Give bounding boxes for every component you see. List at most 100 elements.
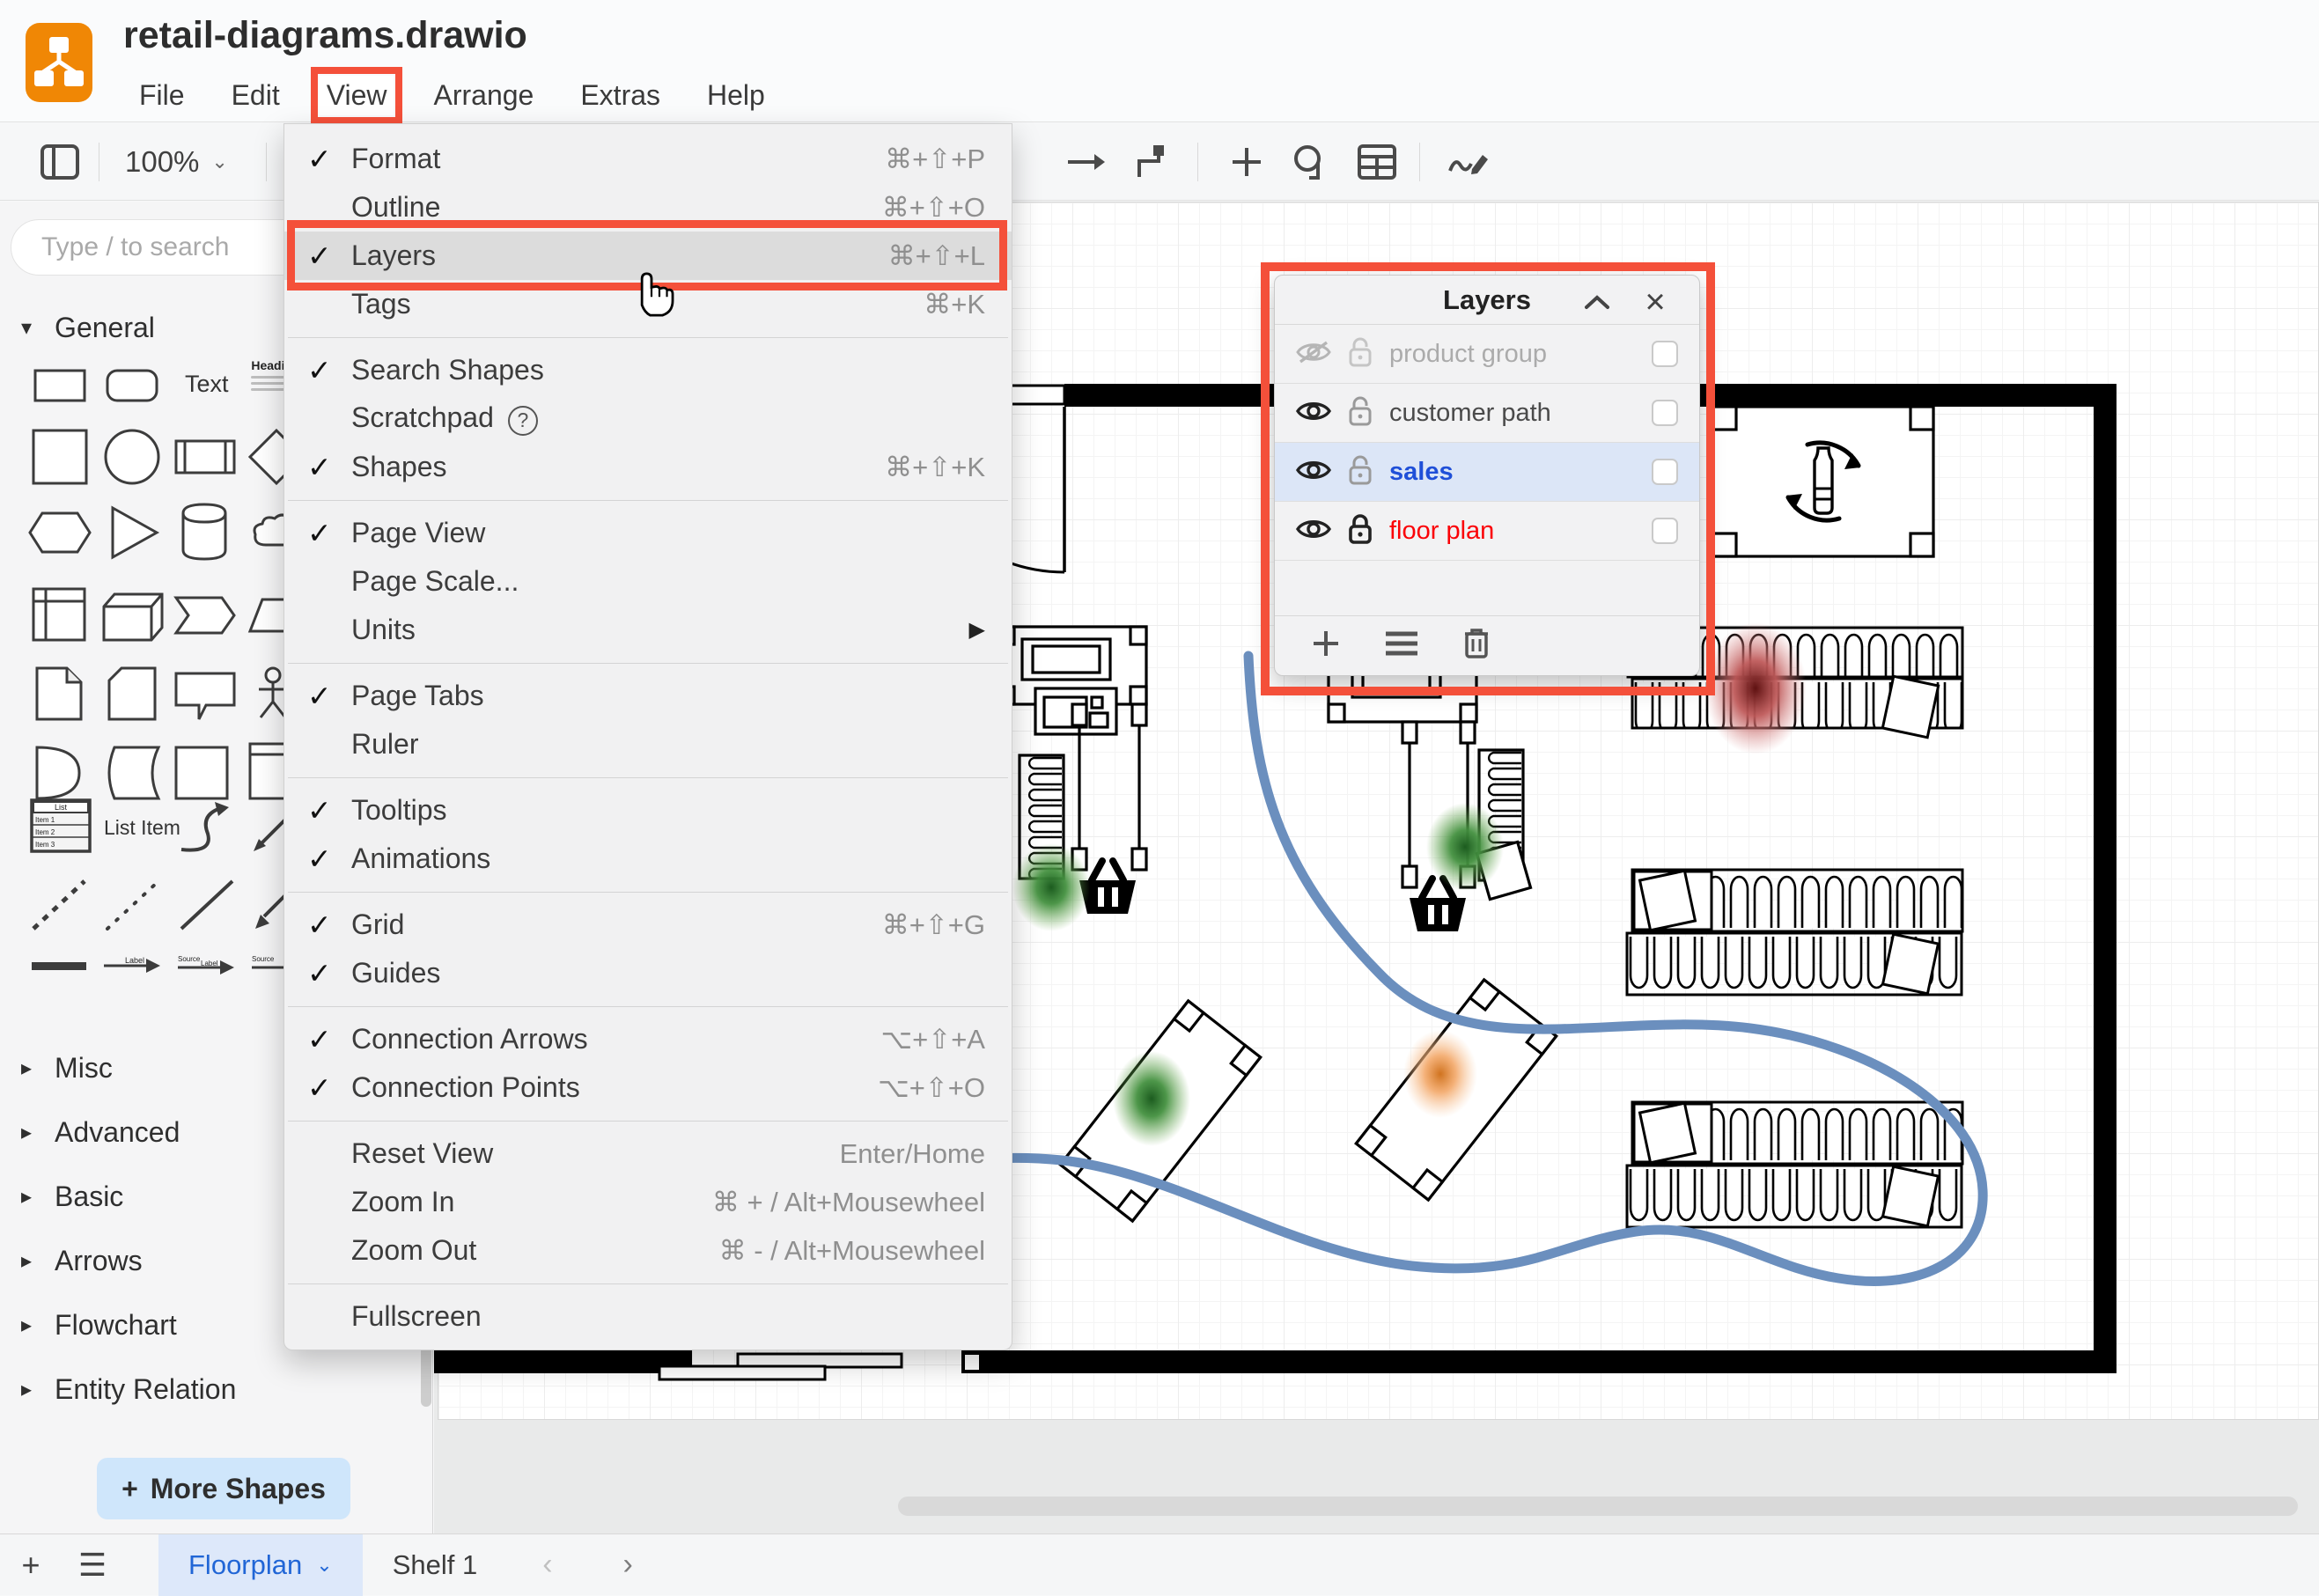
shape-line[interactable] [178, 878, 236, 932]
shape-card[interactable] [107, 666, 157, 721]
menu-item-grid[interactable]: ✓Grid⌘+⇧+G [284, 901, 1012, 949]
sidebar-section-entity-relation[interactable]: ▸Entity Relation [21, 1373, 236, 1406]
menu-item-page-tabs[interactable]: ✓Page Tabs [284, 672, 1012, 720]
shape-cube[interactable] [102, 592, 164, 642]
plus-icon[interactable] [1224, 139, 1270, 185]
add-page-icon[interactable]: + [0, 1547, 62, 1584]
menu-item-page-scale-[interactable]: Page Scale... [284, 557, 1012, 606]
menu-item-guides[interactable]: ✓Guides [284, 949, 1012, 997]
unlock-icon[interactable] [1347, 336, 1373, 372]
menu-item-outline[interactable]: Outline⌘+⇧+O [284, 183, 1012, 232]
connection-arrow-icon[interactable] [1064, 139, 1109, 185]
menu-item-animations[interactable]: ✓Animations [284, 835, 1012, 883]
shape-callout[interactable] [174, 672, 236, 721]
menu-item-shapes[interactable]: ✓Shapes⌘+⇧+K [284, 443, 1012, 491]
shape-cylinder[interactable] [181, 503, 227, 561]
shape-dashed-line[interactable] [30, 878, 88, 932]
edit-layer-icon[interactable] [1384, 629, 1419, 662]
shape-arrow-label[interactable]: Label [102, 953, 164, 976]
eye-off-icon[interactable] [1296, 340, 1331, 369]
layer-row-floor-plan[interactable]: floor plan [1275, 502, 1699, 561]
waypoint-icon[interactable] [1131, 139, 1177, 185]
sidebar-section-arrows[interactable]: ▸Arrows [21, 1245, 143, 1277]
menu-item-tags[interactable]: Tags⌘+K [284, 280, 1012, 328]
menu-help[interactable]: Help [700, 76, 772, 115]
menu-item-scratchpad[interactable]: Scratchpad? [284, 394, 1012, 443]
layer-checkbox[interactable] [1652, 400, 1678, 426]
menu-file[interactable]: File [132, 76, 192, 115]
shape-data-storage[interactable] [102, 746, 160, 800]
lock-icon[interactable] [1347, 513, 1373, 549]
horizontal-scrollbar[interactable] [898, 1497, 2298, 1516]
layer-row-sales[interactable]: sales [1275, 443, 1699, 502]
sketch-icon[interactable] [1446, 139, 1491, 185]
shape-link[interactable] [30, 960, 88, 973]
shelf-rack-group[interactable] [1627, 1102, 1962, 1227]
shape-internal-storage[interactable] [32, 587, 86, 642]
delete-layer-icon[interactable] [1461, 627, 1491, 665]
eye-icon[interactable] [1296, 517, 1331, 546]
menu-item-reset-view[interactable]: Reset ViewEnter/Home [284, 1129, 1012, 1178]
layers-panel-titlebar[interactable]: Layers × [1275, 276, 1699, 325]
shape-list[interactable]: List Item 1 Item 2 Item 3 [30, 798, 92, 853]
shape-rounded-rectangle[interactable] [106, 369, 158, 402]
sidebar-section-misc[interactable]: ▸Misc [21, 1052, 113, 1085]
shelf-rack-group[interactable] [1627, 870, 1962, 995]
menu-item-connection-points[interactable]: ✓Connection Points⌥+⇧+O [284, 1063, 1012, 1112]
eye-icon[interactable] [1296, 458, 1331, 487]
menu-item-tooltips[interactable]: ✓Tooltips [284, 786, 1012, 835]
more-shapes-button[interactable]: + More Shapes [97, 1458, 350, 1519]
layer-checkbox[interactable] [1652, 459, 1678, 485]
layer-row-product-group[interactable]: product group [1275, 325, 1699, 384]
shape-step[interactable] [174, 596, 236, 635]
next-page-icon[interactable]: › [588, 1548, 668, 1582]
section-general[interactable]: ▾ General [21, 312, 155, 344]
menu-item-zoom-in[interactable]: Zoom In⌘ + / Alt+Mousewheel [284, 1178, 1012, 1226]
page-tab-floorplan[interactable]: Floorplan⌄ [158, 1534, 363, 1596]
table-icon[interactable] [1354, 139, 1400, 185]
shape-curve[interactable] [178, 798, 234, 855]
menu-item-ruler[interactable]: Ruler [284, 720, 1012, 769]
shape-hexagon[interactable] [28, 511, 92, 554]
shape-dotted-line[interactable] [104, 878, 162, 932]
shape-or[interactable] [35, 746, 81, 800]
sidebar-toggle-icon[interactable] [37, 139, 83, 185]
eye-icon[interactable] [1296, 399, 1331, 428]
menu-item-layers[interactable]: ✓Layers⌘+⇧+L [284, 232, 1012, 280]
menu-item-units[interactable]: Units▶ [284, 606, 1012, 654]
page-tab-shelf-1[interactable]: Shelf 1 [363, 1534, 508, 1596]
menu-item-connection-arrows[interactable]: ✓Connection Arrows⌥+⇧+A [284, 1015, 1012, 1063]
menu-item-page-view[interactable]: ✓Page View [284, 509, 1012, 557]
sidebar-section-basic[interactable]: ▸Basic [21, 1180, 123, 1213]
menu-item-zoom-out[interactable]: Zoom Out⌘ - / Alt+Mousewheel [284, 1226, 1012, 1275]
collapse-icon[interactable] [1579, 284, 1615, 320]
close-icon[interactable]: × [1638, 284, 1673, 320]
add-layer-icon[interactable] [1310, 628, 1342, 664]
layer-checkbox[interactable] [1652, 341, 1678, 367]
shape-process[interactable] [174, 439, 236, 474]
shape-note[interactable] [35, 666, 83, 721]
menu-edit[interactable]: Edit [225, 76, 287, 115]
checkout-station[interactable] [998, 627, 1146, 879]
unlock-icon[interactable] [1347, 454, 1373, 490]
recycling-station[interactable] [1713, 407, 1933, 556]
shape-square[interactable] [32, 429, 88, 485]
sidebar-section-advanced[interactable]: ▸Advanced [21, 1116, 180, 1149]
shape-triangle[interactable] [111, 506, 158, 559]
shape-list-item[interactable]: List Item [104, 816, 180, 840]
prev-page-icon[interactable]: ‹ [507, 1548, 587, 1582]
sidebar-section-flowchart[interactable]: ▸Flowchart [21, 1309, 177, 1342]
pages-menu-icon[interactable]: ☰ [62, 1547, 123, 1584]
shape-ellipse[interactable] [104, 429, 160, 485]
shape-text[interactable]: Text [185, 371, 229, 398]
menu-item-format[interactable]: ✓Format⌘+⇧+P [284, 135, 1012, 183]
sidebar-scrollbar[interactable] [421, 1343, 431, 1407]
shape-rectangle[interactable] [33, 369, 86, 402]
layer-row-customer-path[interactable]: customer path [1275, 384, 1699, 443]
unlock-icon[interactable] [1347, 395, 1373, 431]
insert-shape-icon[interactable] [1289, 139, 1335, 185]
menu-arrange[interactable]: Arrange [426, 76, 541, 115]
shape-arrow-source-label[interactable]: SourceLabel [176, 953, 238, 976]
menu-item-fullscreen[interactable]: Fullscreen [284, 1292, 1012, 1341]
menu-item-search-shapes[interactable]: ✓Search Shapes [284, 346, 1012, 394]
